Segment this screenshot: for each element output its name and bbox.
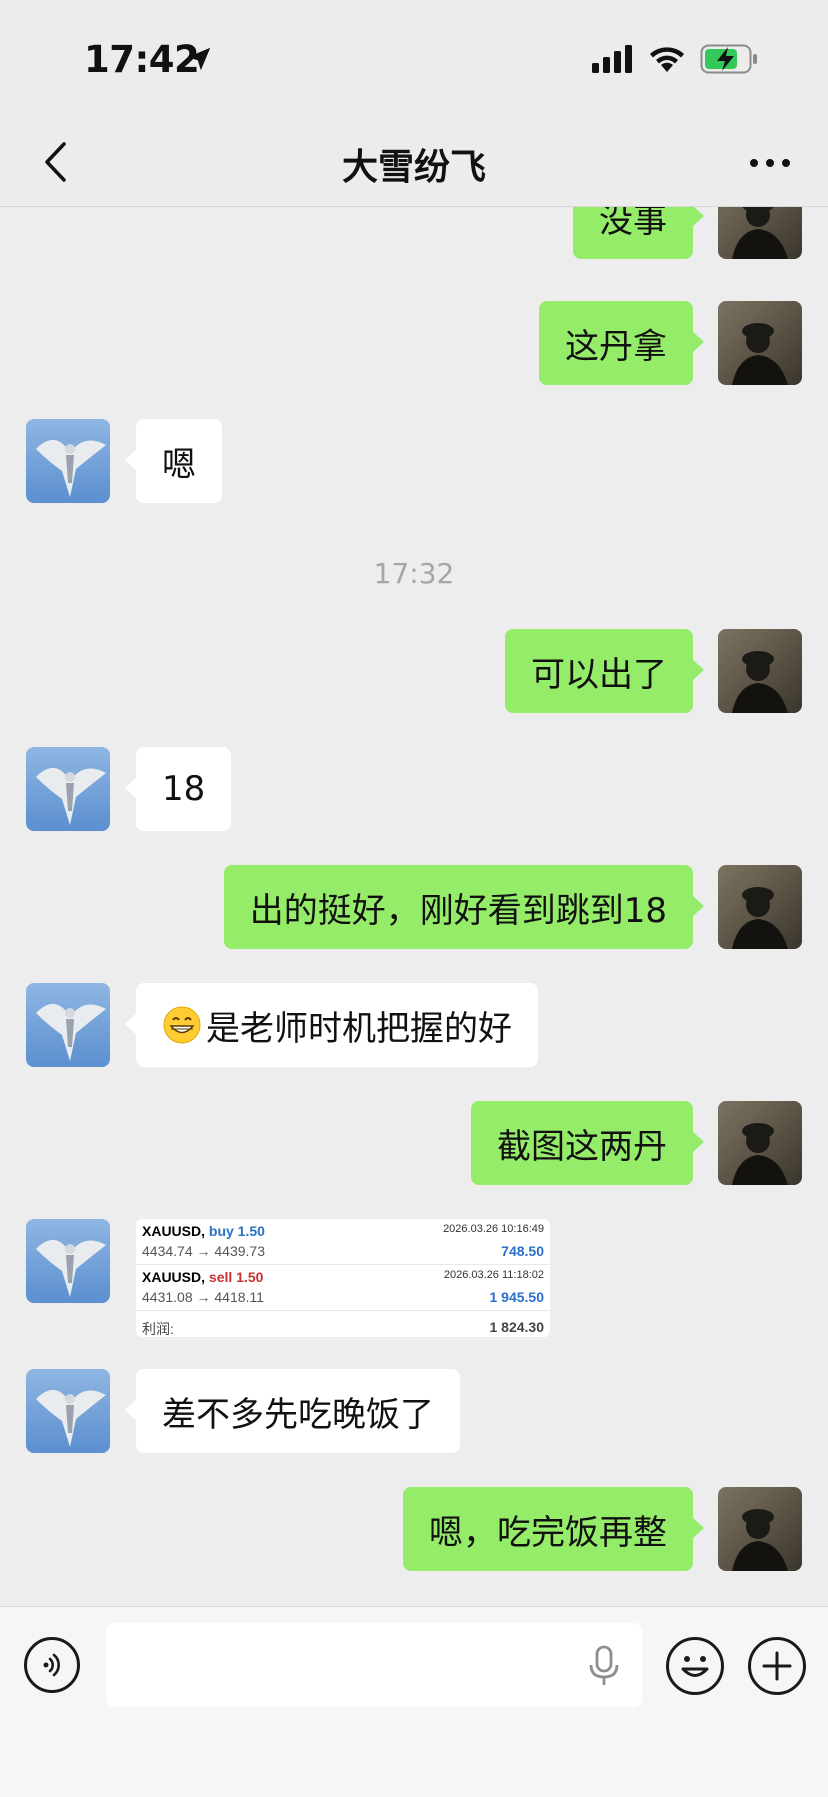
trade-prices: 4431.08 → 4418.11 [142,1289,264,1305]
message-list[interactable]: 没事 这丹拿 嗯 17:32 可以出了 18 出的挺好，刚好看到跳到18 是老师… [0,207,828,1605]
my-avatar[interactable] [718,1101,802,1185]
trade-prices: 4434.74 → 4439.73 [142,1243,265,1259]
chat-header: 大雪纷飞 [0,120,828,207]
contact-avatar[interactable] [26,1369,110,1453]
outgoing-message-bubble[interactable]: 可以出了 [505,629,704,713]
time-divider: 17:32 [373,557,455,590]
grinning-face-icon [163,1006,201,1044]
trade-total-label: 利润: [142,1321,174,1337]
voice-input-icon [43,1653,60,1677]
trade-total-row: 利润: 1 824.30 [136,1311,550,1337]
trade-side: sell 1.50 [208,1269,264,1285]
plus-circle-icon [762,1651,792,1681]
contact-avatar[interactable] [26,419,110,503]
my-avatar[interactable] [718,865,802,949]
trade-total-value: 1 824.30 [489,1319,545,1335]
wifi-icon [648,45,686,77]
my-avatar[interactable] [718,629,802,713]
chat-title: 大雪纷飞 [341,147,486,188]
my-avatar[interactable] [718,301,802,385]
trade-profit: 748.50 [501,1243,544,1259]
location-arrow-icon [184,44,214,78]
outgoing-message-bubble[interactable]: 嗯，吃完饭再整 [403,1487,704,1571]
contact-avatar[interactable] [26,747,110,831]
outgoing-message-bubble[interactable]: 没事 [573,207,704,259]
input-bar [0,1606,828,1797]
trade-row: XAUUSD, buy 1.50 2026.03.26 10:16:49 443… [136,1219,550,1265]
trade-side: buy 1.50 [208,1223,265,1239]
cellular-signal-icon [592,45,634,77]
more-actions-button[interactable] [748,1637,806,1695]
outgoing-message-bubble[interactable]: 出的挺好，刚好看到跳到18 [223,865,705,949]
message-input[interactable] [106,1623,642,1707]
more-button[interactable] [740,138,800,188]
contact-avatar[interactable] [26,983,110,1067]
microphone-icon[interactable] [586,1645,622,1687]
trade-datetime: 2026.03.26 11:18:02 [443,1269,544,1281]
trade-symbol: XAUUSD, [142,1223,206,1239]
outgoing-message-bubble[interactable]: 这丹拿 [539,301,704,385]
trade-profit: 1 945.50 [489,1289,545,1305]
outgoing-message-bubble[interactable]: 截图这两丹 [471,1101,704,1185]
trade-symbol: XAUUSD, [142,1269,206,1285]
my-avatar[interactable] [718,207,802,259]
status-icons [592,44,758,78]
message-text: 是老师时机把握的好 [206,1008,512,1049]
incoming-message-bubble[interactable]: 嗯 [125,419,222,503]
more-dots-icon [750,159,790,167]
emoji-button[interactable] [666,1637,724,1695]
trade-row: XAUUSD, sell 1.50 2026.03.26 11:18:02 44… [136,1265,550,1311]
incoming-message-bubble[interactable]: 差不多先吃晚饭了 [125,1369,460,1453]
battery-charging-icon [700,44,758,78]
incoming-message-bubble[interactable]: 是老师时机把握的好 [125,983,538,1067]
trade-datetime: 2026.03.26 10:16:49 [443,1223,544,1235]
incoming-message-bubble[interactable]: 18 [124,747,232,831]
status-bar: 17:42 [0,0,828,120]
emoji-smile-icon [681,1656,709,1677]
image-message-trade-screenshot[interactable]: XAUUSD, buy 1.50 2026.03.26 10:16:49 443… [136,1219,550,1337]
contact-avatar[interactable] [26,1219,110,1303]
my-avatar[interactable] [718,1487,802,1571]
status-time: 17:42 [84,38,200,81]
voice-toggle-button[interactable] [24,1637,80,1693]
